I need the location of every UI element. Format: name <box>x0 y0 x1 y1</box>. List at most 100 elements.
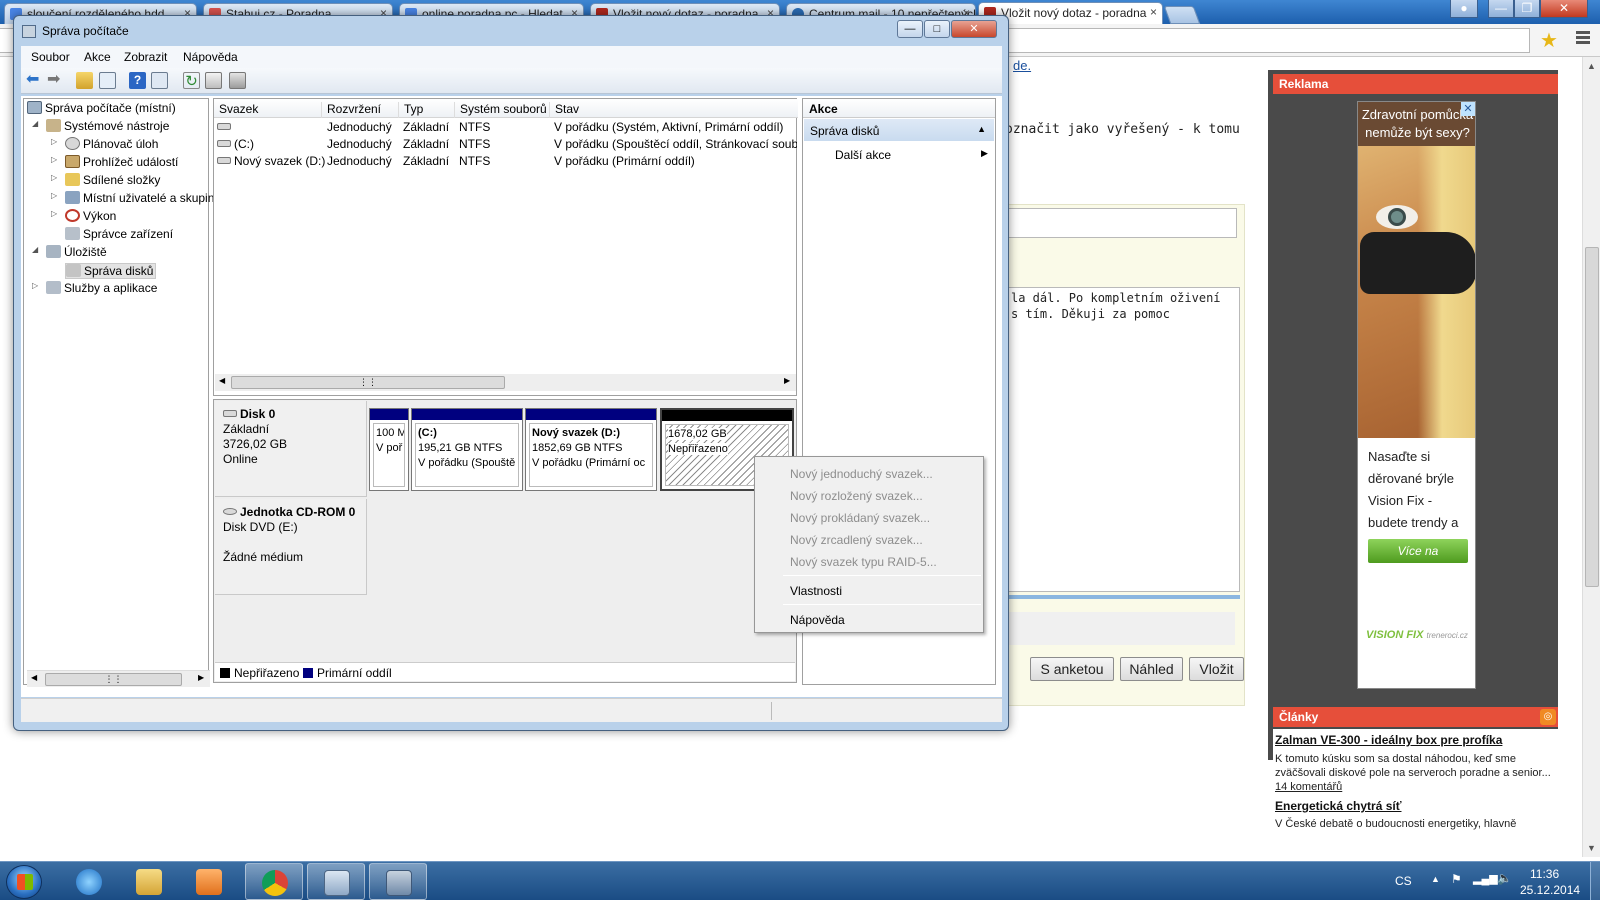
volume-row[interactable]: Nový svazek (D:) Jednoduchý Základní NTF… <box>214 153 798 170</box>
ad-cta-button[interactable]: Více na Treneroci.cz <box>1368 539 1468 582</box>
start-button[interactable] <box>6 865 42 899</box>
page-scroll-thumb[interactable] <box>1585 247 1599 587</box>
expand-arrow-icon[interactable]: ▷ <box>32 281 38 290</box>
minimize-button[interactable]: — <box>897 20 923 38</box>
close-button[interactable]: ✕ <box>951 20 997 38</box>
tree-item-computer-management[interactable]: Správa počítače (místní) <box>27 101 176 115</box>
taskbar-ie[interactable] <box>60 863 118 900</box>
show-desktop-button[interactable] <box>1590 862 1600 900</box>
disk-settings-icon[interactable] <box>229 72 246 89</box>
forward-icon[interactable]: ➡ <box>47 72 64 89</box>
browser-minimize-button[interactable]: — <box>1488 0 1514 18</box>
menu-action[interactable]: Akce <box>84 50 111 64</box>
menu-help[interactable]: Nápověda <box>790 613 845 627</box>
tree-item-task-scheduler[interactable]: ▷ Plánovač úloh <box>51 137 158 151</box>
scroll-down-icon[interactable]: ▼ <box>1587 843 1596 853</box>
help-icon[interactable]: ? <box>129 72 146 89</box>
column-header-filesystem[interactable]: Systém souborů <box>454 102 547 118</box>
cdrom-0-label[interactable]: Jednotka CD-ROM 0 Disk DVD (E:) Žádné mé… <box>215 499 367 595</box>
more-actions[interactable]: Další akce <box>835 148 891 162</box>
volume-list-scrollbar[interactable]: ◀ ⋮⋮ ▶ <box>215 374 796 391</box>
language-indicator[interactable]: CS <box>1395 874 1412 888</box>
browser-close-button[interactable]: ✕ <box>1540 0 1588 18</box>
menu-new-striped-volume[interactable]: Nový prokládaný svazek... <box>790 511 930 525</box>
scroll-right-icon[interactable]: ▶ <box>784 376 790 385</box>
article-comments-link[interactable]: 14 komentářů <box>1275 780 1556 794</box>
tree-item-local-users[interactable]: ▷ Místní uživatelé a skupiny <box>51 191 220 205</box>
tree-item-storage[interactable]: ◢ Úložiště <box>32 245 107 259</box>
expand-arrow-icon[interactable]: ▷ <box>51 209 57 218</box>
column-header-volume[interactable]: Svazek <box>214 102 258 118</box>
clock-time[interactable]: 11:36 <box>1530 867 1559 881</box>
page-link[interactable]: de. <box>1013 58 1031 73</box>
refresh-icon[interactable]: ↻ <box>183 72 200 90</box>
tree-horizontal-scrollbar[interactable]: ◀ ⋮⋮ ▶ <box>27 670 210 687</box>
volume-scroll-thumb[interactable]: ⋮⋮ <box>231 376 505 389</box>
tab-close-icon[interactable]: × <box>1150 5 1157 19</box>
volume-icon[interactable]: 🔈 <box>1497 871 1512 885</box>
scroll-up-icon[interactable]: ▲ <box>1587 61 1596 71</box>
menu-new-mirrored-volume[interactable]: Nový zrcadlený svazek... <box>790 533 923 547</box>
menu-new-raid5-volume[interactable]: Nový svazek typu RAID-5... <box>790 555 937 569</box>
expand-arrow-icon[interactable]: ▷ <box>51 173 57 182</box>
menu-properties[interactable]: Vlastnosti <box>790 584 842 598</box>
browser-menu-icon[interactable] <box>1576 31 1590 45</box>
tree-item-shared-folders[interactable]: ▷ Sdílené složky <box>51 173 160 187</box>
column-header-status[interactable]: Stav <box>549 102 579 118</box>
expand-arrow-icon[interactable]: ▷ <box>51 191 57 200</box>
action-center-flag-icon[interactable]: ⚑ <box>1451 872 1462 886</box>
scroll-right-icon[interactable]: ▶ <box>198 673 204 682</box>
menu-view[interactable]: Zobrazit <box>124 50 167 64</box>
disk-0-label[interactable]: Disk 0 Základní 3726,02 GB Online <box>215 401 367 497</box>
preview-button[interactable]: Náhled <box>1120 657 1183 681</box>
scroll-left-icon[interactable]: ◀ <box>31 673 37 682</box>
tree-item-services-apps[interactable]: ▷ Služby a aplikace <box>32 281 157 295</box>
volume-row[interactable]: (C:) Jednoduchý Základní NTFS V pořádku … <box>214 136 798 153</box>
properties-icon[interactable] <box>205 72 222 89</box>
column-header-layout[interactable]: Rozvržení <box>321 102 381 118</box>
tree-item-device-manager[interactable]: Správce zařízení <box>65 227 173 241</box>
article-title-link[interactable]: Zalman VE-300 - ideálny box pre profíka <box>1275 733 1556 747</box>
submenu-arrow-icon[interactable]: ▶ <box>981 148 988 159</box>
ad-banner[interactable]: Zdravotní pomůcka nemůže být sexy? ✕ Nas… <box>1357 101 1476 689</box>
tree-item-disk-management[interactable]: Správa disků <box>65 263 157 279</box>
partition-d[interactable]: Nový svazek (D:) 1852,69 GB NTFS V pořádku… <box>525 408 657 491</box>
network-signal-icon[interactable]: ▂▄▆ <box>1473 872 1498 885</box>
menu-help[interactable]: Nápověda <box>183 50 238 64</box>
up-folder-icon[interactable] <box>76 72 93 89</box>
menu-new-simple-volume[interactable]: Nový jednoduchý svazek... <box>790 467 933 481</box>
collapse-arrow-icon[interactable]: ◢ <box>32 119 38 128</box>
partition-c[interactable]: (C:) 195,21 GB NTFS V pořádku (Spouště <box>411 408 523 491</box>
submit-button[interactable]: Vložit <box>1189 657 1244 681</box>
column-header-type[interactable]: Typ <box>398 102 423 118</box>
back-icon[interactable]: ⬅ <box>26 72 43 89</box>
question-textarea[interactable]: la dál. Po kompletním oživení s tím. Děk… <box>1005 287 1240 592</box>
rss-icon[interactable]: ◎ <box>1540 709 1556 725</box>
actions-section-disk-management[interactable]: Správa disků ▲ <box>804 119 994 141</box>
show-action-pane-icon[interactable] <box>151 72 168 89</box>
bookmark-star-icon[interactable]: ★ <box>1540 28 1558 53</box>
expand-arrow-icon[interactable]: ▷ <box>51 155 57 164</box>
browser-profile-icon[interactable]: ● <box>1450 0 1478 18</box>
ad-close-icon[interactable]: ✕ <box>1461 102 1475 116</box>
show-hide-tree-icon[interactable] <box>99 72 116 89</box>
tree-scroll-thumb[interactable]: ⋮⋮ <box>45 673 182 686</box>
subject-input[interactable] <box>1005 208 1237 238</box>
taskbar-media-player[interactable] <box>180 863 238 900</box>
taskbar-computer-management[interactable] <box>307 863 365 900</box>
taskbar-explorer[interactable] <box>120 863 178 900</box>
tree-item-event-viewer[interactable]: ▷ Prohlížeč událostí <box>51 155 178 169</box>
volume-row[interactable]: Jednoduchý Základní NTFS V pořádku (Syst… <box>214 119 798 136</box>
maximize-button[interactable]: □ <box>924 20 950 38</box>
browser-restore-button[interactable]: ❐ <box>1514 0 1540 18</box>
new-tab-button[interactable] <box>1163 6 1201 24</box>
tree-item-system-tools[interactable]: ◢ Systémové nástroje <box>32 119 169 133</box>
partition-system-reserved[interactable]: 100 MV poř <box>369 408 409 491</box>
menu-file[interactable]: Soubor <box>31 50 70 64</box>
taskbar-app[interactable] <box>369 863 427 900</box>
scroll-left-icon[interactable]: ◀ <box>219 376 225 385</box>
poll-button[interactable]: S anketou <box>1030 657 1114 681</box>
page-scrollbar[interactable]: ▲ ▼ <box>1582 57 1600 857</box>
expand-arrow-icon[interactable]: ▷ <box>51 137 57 146</box>
taskbar-chrome[interactable] <box>245 863 303 900</box>
